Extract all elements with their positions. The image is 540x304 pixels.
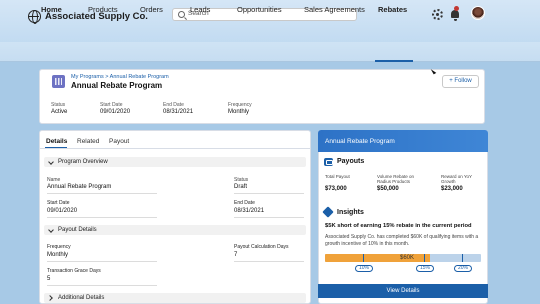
insight-headline: $5K short of earning 15% rebate in the c… <box>325 223 472 229</box>
name-label: Name <box>47 177 61 183</box>
start-date-label: Start Date <box>100 102 123 108</box>
section-title: Payout Details <box>58 227 97 233</box>
payout-frequency-label: Frequency <box>47 244 71 250</box>
status-field-label: Status <box>234 177 249 183</box>
tab-related[interactable]: Related <box>77 138 99 145</box>
avatar[interactable] <box>471 6 485 20</box>
growth-reward-label: Reward on YoY Growth <box>441 174 472 184</box>
field-divider <box>47 217 157 218</box>
field-divider <box>234 193 304 194</box>
payout-calc-days-label: Payout Calculation Days <box>234 244 289 250</box>
field-divider <box>47 193 157 194</box>
end-date-field-value: 08/31/2021 <box>234 208 265 214</box>
grace-days-value: 5 <box>47 276 51 282</box>
volume-rebate-value: $50,000 <box>377 186 399 192</box>
tier-tick: 10% <box>355 265 373 272</box>
nav-item-home[interactable]: Home <box>41 5 62 14</box>
search-icon <box>178 11 185 18</box>
section-program-overview[interactable]: Program Overview <box>44 157 306 167</box>
field-divider <box>234 217 304 218</box>
total-payout-label: Total Payout <box>325 174 350 179</box>
section-additional-details[interactable]: Additional Details <box>44 293 306 303</box>
tier-tick: 20% <box>454 265 472 272</box>
card-title: Annual Rebate Program <box>325 138 395 145</box>
payouts-icon <box>324 158 333 166</box>
volume-rebate-label: Volume Rebate on Radius Products <box>377 174 415 184</box>
chevron-down-icon <box>48 159 54 165</box>
tier-tick: 15% <box>416 265 434 272</box>
end-date-field-label: End Date <box>234 200 255 206</box>
section-title: Program Overview <box>58 159 108 165</box>
view-details-button[interactable]: View Details <box>318 284 488 298</box>
growth-reward-value: $23,000 <box>441 186 463 192</box>
end-date-value: 08/31/2021 <box>163 109 194 115</box>
payout-calc-days-value: 7 <box>234 252 238 258</box>
globe-logo-icon <box>28 10 41 24</box>
field-divider <box>234 261 304 262</box>
status-label: Status <box>51 102 66 108</box>
start-date-value: 09/01/2020 <box>100 109 131 115</box>
end-date-label: End Date <box>163 102 184 108</box>
start-date-field-label: Start Date <box>47 200 70 206</box>
total-payout-value: $73,000 <box>325 186 347 192</box>
tier-marker <box>424 254 425 262</box>
page-title: Annual Rebate Program <box>71 81 163 90</box>
progress-value-label: $60K <box>400 255 415 261</box>
nav-item-leads[interactable]: Leads <box>190 5 210 14</box>
breadcrumb[interactable]: My Programs > Annual Rebate Program <box>71 74 169 80</box>
follow-button[interactable]: + Follow <box>442 75 479 88</box>
field-divider <box>47 261 157 262</box>
record-icon <box>52 75 65 88</box>
nav-item-opportunities[interactable]: Opportunities <box>237 5 282 14</box>
chevron-right-icon <box>47 295 53 301</box>
payouts-heading: Payouts <box>337 158 365 165</box>
frequency-label: Frequency <box>228 102 252 108</box>
tab-details[interactable]: Details <box>46 138 67 145</box>
gear-icon[interactable] <box>432 9 443 20</box>
nav-item-orders[interactable]: Orders <box>140 5 163 14</box>
insight-body: Associated Supply Co. has completed $60K… <box>325 234 479 247</box>
nav-item-products[interactable]: Products <box>88 5 118 14</box>
insights-heading: Insights <box>337 209 364 216</box>
name-value: Annual Rebate Program <box>47 184 112 190</box>
program-summary-card <box>318 130 488 304</box>
frequency-value: Monthly <box>228 109 250 115</box>
tab-payout[interactable]: Payout <box>109 138 129 145</box>
chevron-down-icon <box>48 227 54 233</box>
nav-bar <box>0 42 540 62</box>
notification-badge <box>454 6 459 11</box>
tier-marker <box>363 254 364 262</box>
status-value: Active <box>51 109 68 115</box>
tab-divider <box>39 148 311 149</box>
field-divider <box>47 285 157 286</box>
nav-item-rebates[interactable]: Rebates <box>378 5 407 14</box>
nav-item-sales-agreements[interactable]: Sales Agreements <box>304 5 365 14</box>
grace-days-label: Transaction Grace Days <box>47 268 101 274</box>
section-payout-details[interactable]: Payout Details <box>44 225 306 235</box>
payout-frequency-value: Monthly <box>47 252 69 258</box>
status-field-value: Draft <box>234 184 248 190</box>
tier-marker <box>462 254 463 262</box>
bell-icon[interactable] <box>451 10 459 21</box>
section-title: Additional Details <box>58 295 105 301</box>
start-date-field-value: 09/01/2020 <box>47 208 78 214</box>
